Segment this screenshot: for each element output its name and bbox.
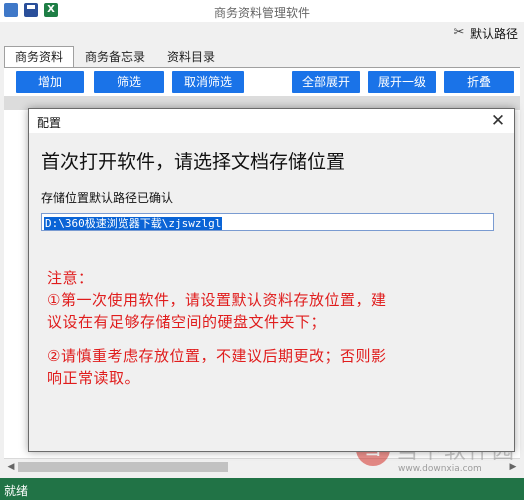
window-titlebar: X 商务资料管理软件 xyxy=(0,0,524,22)
filter-button[interactable]: 筛选 xyxy=(94,71,164,93)
tab-strip: 商务资料 商务备忘录 资料目录 xyxy=(4,46,226,69)
collapse-button[interactable]: 折叠 xyxy=(444,71,514,93)
storage-path-input[interactable]: D:\360极速浏览器下载\zjswzlgl xyxy=(41,213,494,231)
note-line: 响正常读取。 xyxy=(47,369,141,387)
default-path-label: 默认路径 xyxy=(469,26,518,41)
note-line: ①第一次使用软件，请设置默认资料存放位置，建 xyxy=(47,291,387,309)
note-line: ②请慎重考虑存放位置，不建议后期更改；否则影 xyxy=(47,347,387,365)
path-label: 存储位置默认路径已确认 xyxy=(41,191,174,205)
window-title: 商务资料管理软件 xyxy=(213,6,310,20)
note-line: 议设在有足够存储空间的硬盘文件夹下； xyxy=(47,313,327,331)
cancel-filter-button[interactable]: 取消筛选 xyxy=(172,71,244,93)
close-icon[interactable]: ✕ xyxy=(488,111,508,131)
add-button[interactable]: 增加 xyxy=(16,71,84,93)
tab-data-catalog[interactable]: 资料目录 xyxy=(156,46,226,69)
watermark-url: www.downxia.com xyxy=(398,464,482,474)
scroll-left-icon[interactable]: ◀ xyxy=(5,461,17,473)
scroll-thumb[interactable] xyxy=(18,462,228,472)
dialog-heading: 首次打开软件，请选择文档存储位置 xyxy=(41,151,346,173)
tab-business-memo[interactable]: 商务备忘录 xyxy=(74,46,156,69)
config-dialog: 配置 ✕ 首次打开软件，请选择文档存储位置 存储位置默认路径已确认 D:\360… xyxy=(28,108,515,452)
expand-level1-button[interactable]: 展开一级 xyxy=(368,71,436,93)
dialog-titlebar: 配置 ✕ xyxy=(29,109,514,133)
tools-icon: ✂ xyxy=(453,25,465,40)
dialog-title: 配置 xyxy=(37,116,62,130)
storage-path-value: D:\360极速浏览器下载\zjswzlgl xyxy=(44,217,223,230)
note-title: 注意： xyxy=(47,269,94,287)
default-path-button[interactable]: ✂ 默认路径 xyxy=(451,24,518,42)
tab-business-data[interactable]: 商务资料 xyxy=(4,46,75,69)
status-bar: 就绪 xyxy=(0,478,524,500)
status-text: 就绪 xyxy=(4,484,29,498)
expand-all-button[interactable]: 全部展开 xyxy=(292,71,360,93)
